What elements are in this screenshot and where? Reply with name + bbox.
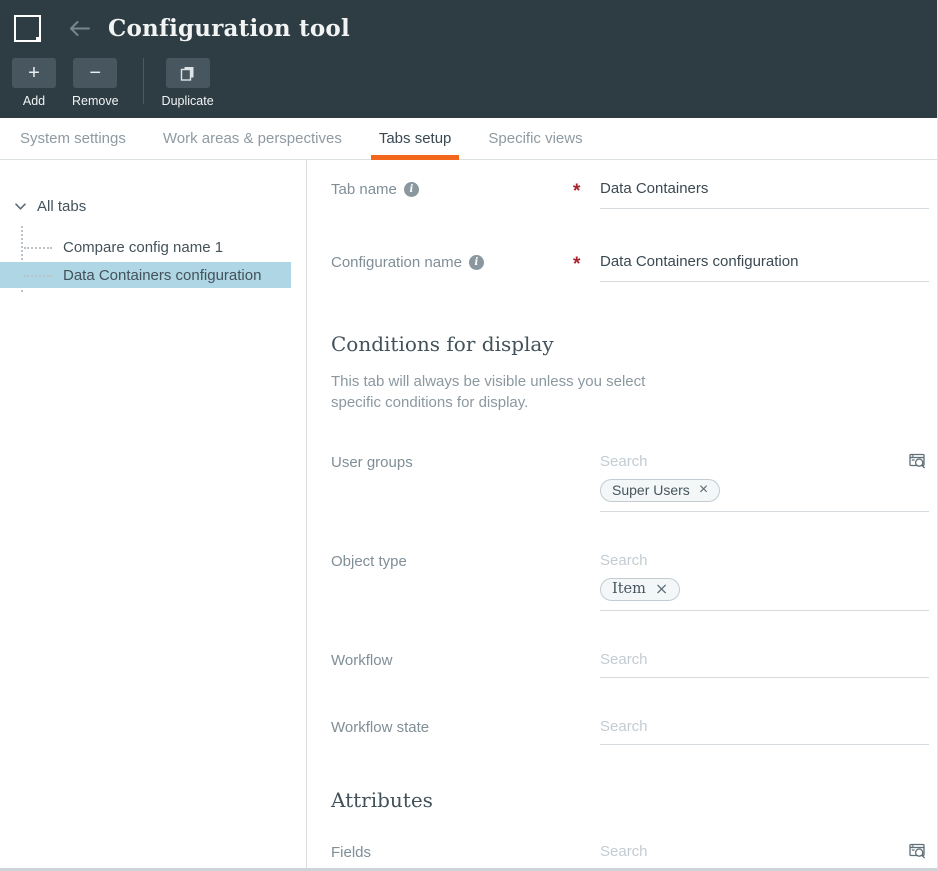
toolbar: + Add − Remove: [0, 50, 937, 108]
remove-tool: − Remove: [72, 58, 119, 108]
conditions-heading: Conditions for display: [331, 332, 929, 356]
close-icon[interactable]: ×: [699, 482, 708, 498]
configuration-name-label-group: Configuration name i: [331, 253, 573, 271]
remove-button[interactable]: −: [73, 58, 117, 88]
tab-work-areas-perspectives[interactable]: Work areas & perspectives: [163, 118, 342, 159]
required-asterisk: *: [573, 253, 600, 274]
chip-super-users[interactable]: Super Users ×: [600, 479, 720, 502]
info-icon[interactable]: i: [404, 182, 419, 197]
tree-root-label: All tabs: [37, 198, 86, 215]
tab-system-settings[interactable]: System settings: [20, 118, 126, 159]
conditions-description-line2: specific conditions for display.: [331, 392, 929, 413]
title-row: Configuration tool: [0, 0, 937, 50]
search-placeholder: Search: [600, 552, 929, 569]
fields-row: Fields Search: [331, 843, 929, 868]
content-area: All tabs Compare config name 1 Data Cont…: [0, 160, 937, 868]
fields-search-field[interactable]: Search Data Containers ×: [600, 843, 929, 868]
fields-label: Fields: [331, 843, 573, 861]
tab-name-row: Tab name i * Data Containers: [331, 180, 929, 209]
tab-specific-views[interactable]: Specific views: [488, 118, 582, 159]
tab-name-label-group: Tab name i: [331, 180, 573, 198]
duplicate-icon: [180, 66, 195, 81]
tab-setup-form: Tab name i * Data Containers Configurati…: [307, 160, 937, 868]
tab-tabs-setup[interactable]: Tabs setup: [379, 118, 452, 159]
attributes-heading: Attributes: [331, 788, 929, 812]
configuration-tool-window: Configuration tool + Add − Remove: [0, 0, 938, 871]
object-type-search-field[interactable]: Search Item ×: [600, 552, 929, 611]
tree-node-all-tabs[interactable]: All tabs: [0, 194, 306, 218]
app-header: Configuration tool + Add − Remove: [0, 0, 937, 118]
page-title: Configuration tool: [108, 15, 350, 42]
chip-label: Super Users: [612, 482, 690, 498]
tab-name-label: Tab name: [331, 181, 397, 198]
user-groups-search-field[interactable]: Search Super Users ×: [600, 453, 929, 512]
conditions-description: This tab will always be visible unless y…: [331, 371, 929, 413]
chevron-down-icon[interactable]: [15, 203, 26, 210]
user-groups-label: User groups: [331, 453, 573, 471]
workflow-state-search-field[interactable]: Search: [600, 718, 929, 745]
browse-search-icon[interactable]: [909, 453, 927, 470]
tree-item-data-containers-configuration[interactable]: Data Containers configuration: [0, 262, 291, 288]
tabs-tree-sidebar: All tabs Compare config name 1 Data Cont…: [0, 160, 307, 868]
duplicate-tool: Duplicate: [162, 58, 214, 108]
duplicate-button-label: Duplicate: [162, 94, 214, 108]
add-button-label: Add: [23, 94, 45, 108]
conditions-description-line1: This tab will always be visible unless y…: [331, 371, 929, 392]
back-arrow-icon[interactable]: [68, 20, 91, 37]
configuration-name-label: Configuration name: [331, 254, 462, 271]
tree-item-compare-config[interactable]: Compare config name 1: [0, 234, 306, 260]
tab-name-input[interactable]: Data Containers: [600, 180, 929, 209]
browse-search-icon[interactable]: [909, 843, 927, 860]
workflow-search-field[interactable]: Search: [600, 651, 929, 678]
plus-icon: +: [28, 63, 40, 83]
add-button[interactable]: +: [12, 58, 56, 88]
search-placeholder: Search: [600, 843, 929, 860]
required-asterisk: *: [573, 180, 600, 201]
search-placeholder: Search: [600, 453, 929, 470]
app-logo-icon: [14, 15, 41, 42]
tree-children: Compare config name 1 Data Containers co…: [0, 234, 306, 288]
configuration-name-input[interactable]: Data Containers configuration: [600, 253, 929, 282]
workflow-state-label: Workflow state: [331, 718, 573, 736]
minus-icon: −: [89, 63, 101, 83]
search-placeholder: Search: [600, 651, 929, 668]
info-icon[interactable]: i: [469, 255, 484, 270]
object-type-row: Object type Search Item ×: [331, 552, 929, 611]
toolbar-divider: [143, 58, 144, 104]
workflow-row: Workflow Search: [331, 651, 929, 678]
tab-bar: System settings Work areas & perspective…: [0, 118, 937, 160]
add-tool: + Add: [12, 58, 56, 108]
close-icon[interactable]: ×: [655, 581, 668, 597]
object-type-label: Object type: [331, 552, 573, 570]
workflow-label: Workflow: [331, 651, 573, 669]
duplicate-button[interactable]: [166, 58, 210, 88]
chip-label: Item: [612, 581, 646, 597]
user-groups-row: User groups Search: [331, 453, 929, 512]
configuration-name-row: Configuration name i * Data Containers c…: [331, 253, 929, 282]
remove-button-label: Remove: [72, 94, 119, 108]
workflow-state-row: Workflow state Search: [331, 718, 929, 745]
search-placeholder: Search: [600, 718, 929, 735]
chip-item[interactable]: Item ×: [600, 578, 680, 601]
